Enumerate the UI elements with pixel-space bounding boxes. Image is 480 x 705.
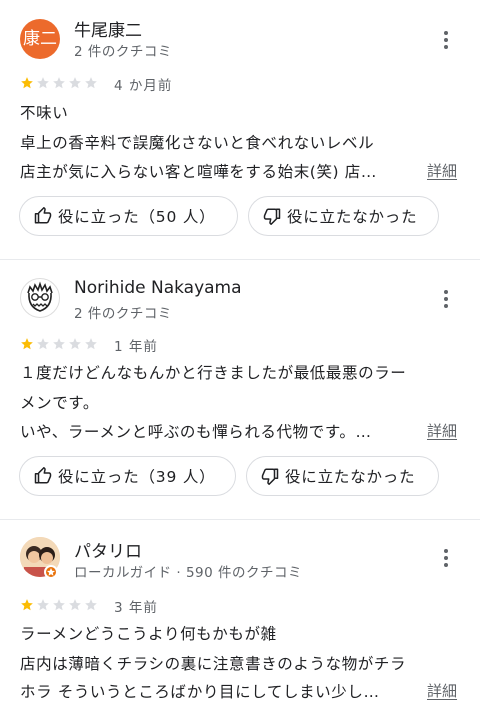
reviewer-review-count: 2 件のクチコミ bbox=[74, 44, 172, 60]
review-text-line: 卓上の香辛料で誤魔化さないと食べれないレベル bbox=[20, 134, 375, 152]
reviewer-review-count: 2 件のクチコミ bbox=[74, 306, 172, 322]
not-helpful-label: 役に立たなかった bbox=[287, 208, 418, 226]
review-text-line: ラーメンどうこうより何もかもが雑 bbox=[20, 625, 277, 643]
star-icon bbox=[37, 77, 49, 89]
reviewer-avatar[interactable] bbox=[20, 278, 60, 318]
more-vert-icon bbox=[434, 31, 458, 49]
star-icon bbox=[53, 77, 65, 89]
helpful-label: 役に立った（39 人） bbox=[58, 468, 216, 486]
reviewer-name[interactable]: 牛尾康二 bbox=[74, 16, 142, 41]
review-time: 4 か月前 bbox=[114, 78, 173, 94]
thumb-up-icon bbox=[34, 207, 52, 224]
star-rating bbox=[20, 598, 98, 612]
star-icon bbox=[85, 77, 97, 89]
thumb-down-icon bbox=[263, 208, 281, 225]
review-card: Norihide Nakayama 2 件のクチコミ 1 年前 １度だけどんなも… bbox=[0, 260, 480, 520]
star-rating bbox=[20, 76, 98, 90]
helpful-button[interactable]: 役に立った（39 人） bbox=[19, 456, 236, 496]
not-helpful-label: 役に立たなかった bbox=[285, 468, 416, 486]
more-options-button[interactable] bbox=[434, 28, 458, 52]
review-time: 3 年前 bbox=[114, 600, 158, 616]
more-link[interactable]: 詳細 bbox=[427, 680, 457, 701]
star-icon bbox=[21, 77, 33, 89]
star-icon bbox=[53, 338, 65, 350]
thumb-up-icon bbox=[34, 467, 52, 484]
review-text-line: いや、ラーメンと呼ぶのも憚られる代物です。… bbox=[20, 423, 372, 441]
review-text-line: 店内は薄暗くチラシの裏に注意書きのような物がチラ bbox=[20, 655, 407, 673]
more-vert-icon bbox=[434, 290, 458, 308]
review-text-line: ホラ そういうところばかり目にしてしまい少し… bbox=[20, 683, 380, 701]
review-time: 1 年前 bbox=[114, 339, 158, 355]
more-link[interactable]: 詳細 bbox=[427, 420, 457, 441]
more-link[interactable]: 詳細 bbox=[427, 160, 457, 181]
review-text-line: 店主が気に入らない客と喧嘩をする始末(笑) 店… bbox=[20, 163, 377, 181]
reviewer-avatar[interactable]: 康二 bbox=[20, 19, 60, 59]
review-card: パタリロ ローカルガイド · 590 件のクチコミ 3 年前 ラーメンどうこうよ… bbox=[0, 520, 480, 705]
star-icon bbox=[69, 77, 81, 89]
review-card: 康二 牛尾康二 2 件のクチコミ 4 か月前 不味い 卓上の香辛料で誤魔化さない… bbox=[0, 0, 480, 260]
star-rating bbox=[20, 337, 98, 351]
helpful-button[interactable]: 役に立った（50 人） bbox=[19, 196, 238, 236]
review-text-line: メンです。 bbox=[20, 394, 99, 412]
star-icon bbox=[37, 599, 49, 611]
more-vert-icon bbox=[434, 549, 458, 567]
star-icon bbox=[85, 599, 97, 611]
more-options-button[interactable] bbox=[434, 287, 458, 311]
local-guide-badge-icon bbox=[44, 565, 58, 579]
star-icon bbox=[69, 599, 81, 611]
not-helpful-button[interactable]: 役に立たなかった bbox=[248, 196, 439, 236]
star-icon bbox=[37, 338, 49, 350]
review-text-line: １度だけどんなもんかと行きましたが最低最悪のラー bbox=[20, 364, 407, 382]
thumb-down-icon bbox=[261, 468, 279, 485]
review-text-line: 不味い bbox=[20, 104, 69, 122]
not-helpful-button[interactable]: 役に立たなかった bbox=[246, 456, 439, 496]
star-icon bbox=[85, 338, 97, 350]
star-icon bbox=[21, 338, 33, 350]
helpful-label: 役に立った（50 人） bbox=[58, 208, 216, 226]
more-options-button[interactable] bbox=[434, 546, 458, 570]
reviewer-name[interactable]: パタリロ bbox=[74, 537, 142, 562]
sketch-face-avatar-icon bbox=[27, 281, 53, 312]
star-icon bbox=[69, 338, 81, 350]
reviewer-review-count: ローカルガイド · 590 件のクチコミ bbox=[74, 565, 303, 581]
reviewer-name[interactable]: Norihide Nakayama bbox=[74, 278, 242, 298]
star-icon bbox=[53, 599, 65, 611]
star-icon bbox=[21, 599, 33, 611]
